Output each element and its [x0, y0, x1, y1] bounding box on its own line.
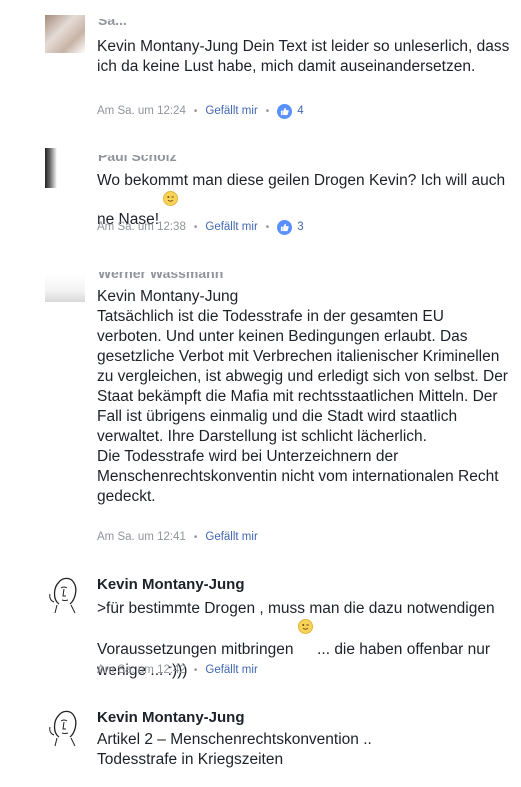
like-button[interactable]: Gefällt mir	[205, 221, 257, 233]
comment-author-name[interactable]: Kevin Montany-Jung	[97, 709, 245, 726]
comment-timestamp[interactable]: Am Sa. um 12:24	[97, 105, 186, 117]
comment-text: Kevin Montany-Jung Dein Text ist leider …	[97, 38, 510, 75]
comment-author-name[interactable]: Werner Wassmann	[98, 272, 223, 281]
comment-meta: Am Sa. um 12:41 • Gefällt mir	[97, 529, 258, 545]
comment-author-name[interactable]: Paul Scholz	[98, 155, 177, 164]
separator: •	[265, 105, 270, 117]
comment-meta: Am Sa. um 12:42 • Gefällt mir	[97, 662, 258, 678]
comment-timestamp[interactable]: Am Sa. um 12:38	[97, 221, 186, 233]
comment-timestamp[interactable]: Am Sa. um 12:42	[97, 664, 186, 676]
avatar[interactable]	[45, 274, 85, 302]
reaction-count[interactable]: 3	[297, 221, 303, 233]
comment-author-name[interactable]: Sa...	[98, 19, 127, 28]
like-button[interactable]: Gefällt mir	[205, 664, 257, 676]
wink-emoji-icon	[297, 619, 313, 634]
comment-timestamp[interactable]: Am Sa. um 12:41	[97, 531, 186, 543]
separator: •	[193, 221, 198, 233]
separator: •	[193, 531, 198, 543]
comment-meta: Am Sa. um 12:38 • Gefällt mir • 3	[97, 219, 304, 235]
thumbs-up-icon[interactable]	[277, 103, 293, 119]
comment-text: Artikel 2 – Menschenrechtskonvention .. …	[97, 731, 372, 768]
separator: •	[265, 221, 270, 233]
comment-meta: Am Sa. um 12:24 • Gefällt mir • 4	[97, 103, 304, 119]
avatar[interactable]	[45, 15, 85, 53]
comment-author-name[interactable]: Kevin Montany-Jung	[97, 576, 245, 593]
thumbs-up-icon[interactable]	[277, 219, 293, 235]
reaction-count[interactable]: 4	[297, 105, 303, 117]
sketch-face-avatar[interactable]	[45, 574, 85, 614]
like-button[interactable]: Gefällt mir	[205, 531, 257, 543]
comment-text: Kevin Montany-Jung Tatsächlich ist die T…	[97, 288, 508, 505]
wink-emoji-icon	[163, 191, 179, 206]
sketch-face-avatar[interactable]	[45, 707, 85, 747]
avatar[interactable]	[45, 148, 85, 188]
like-button[interactable]: Gefällt mir	[205, 105, 257, 117]
separator: •	[193, 105, 198, 117]
separator: •	[193, 664, 198, 676]
